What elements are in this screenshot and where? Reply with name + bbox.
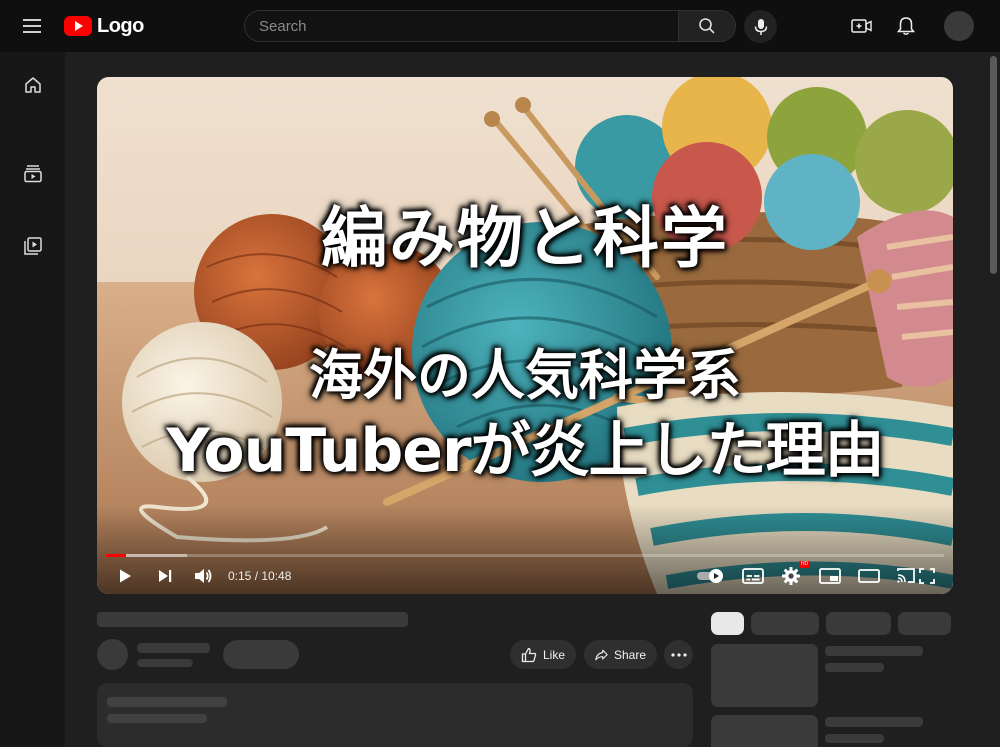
search-button[interactable] [678, 10, 736, 42]
logo-text: Logo [97, 14, 144, 37]
related-video-title-placeholder [825, 646, 923, 656]
settings-icon [782, 567, 800, 585]
thumbs-up-icon [521, 647, 537, 662]
share-label: Share [613, 647, 646, 662]
search-input[interactable] [244, 10, 678, 42]
share-icon [595, 649, 608, 660]
filter-chip[interactable] [751, 612, 819, 635]
subtitles-button[interactable] [740, 563, 766, 589]
sidebar-item-home[interactable] [20, 72, 46, 98]
duration: 10:48 [261, 569, 292, 583]
like-button[interactable]: Like [510, 640, 576, 669]
bell-icon[interactable] [894, 14, 918, 38]
video-player[interactable]: 編み物と科学 海外の人気科学系 YouTuberが炎上した理由 0:15 / 1… [97, 77, 953, 594]
play-logo-icon [64, 16, 92, 36]
video-title-line-2: 海外の人気科学系 [309, 344, 741, 407]
play-icon [120, 569, 131, 583]
related-video-title-placeholder [825, 717, 923, 727]
voice-search-button[interactable] [744, 10, 777, 43]
share-button[interactable]: Share [584, 640, 657, 669]
avatar[interactable] [944, 11, 974, 41]
subscribe-button-placeholder[interactable] [223, 640, 299, 669]
miniplayer-icon [819, 568, 841, 584]
top-bar: Logo [0, 0, 1000, 52]
sidebar-item-library[interactable] [20, 233, 46, 259]
next-icon [159, 570, 172, 582]
related-video-meta-placeholder [825, 734, 884, 743]
description-line-placeholder [107, 714, 207, 723]
progress-bar[interactable] [106, 554, 944, 557]
description-line-placeholder [107, 697, 227, 707]
filter-chip-selected[interactable] [711, 612, 744, 635]
hd-badge: HD [799, 561, 810, 568]
like-label: Like [542, 647, 565, 662]
current-time: 0:15 [228, 569, 252, 583]
filter-chip[interactable] [826, 612, 891, 635]
sidebar-item-subscriptions[interactable] [20, 160, 46, 186]
play-button[interactable] [113, 563, 137, 589]
theater-icon [858, 569, 880, 583]
subscriptions-icon [24, 165, 42, 183]
library-icon [24, 237, 42, 255]
scrollbar-thumb[interactable] [990, 56, 997, 274]
volume-button[interactable] [191, 563, 215, 589]
create-video-icon[interactable] [850, 14, 874, 38]
volume-icon [195, 569, 212, 583]
channel-avatar-placeholder[interactable] [97, 639, 128, 670]
video-title-line-1: 編み物と科学 [321, 200, 729, 277]
sidebar [0, 52, 65, 747]
time-separator: / [251, 569, 262, 583]
subscriber-count-placeholder [137, 659, 193, 667]
miniplayer-button[interactable] [817, 563, 843, 589]
filter-chip[interactable] [898, 612, 951, 635]
title-placeholder [97, 612, 408, 627]
home-icon [25, 77, 41, 93]
theater-mode-button[interactable] [856, 563, 882, 589]
app-window: Logo Search 編み物と科学 海外の人気科学系 YouTuberが炎上し… [0, 0, 1000, 747]
related-video-thumbnail-placeholder[interactable] [711, 715, 818, 747]
microphone-icon [754, 18, 767, 35]
video-title-line-3: YouTuberが炎上した理由 [166, 416, 884, 486]
related-video-thumbnail-placeholder[interactable] [711, 644, 818, 707]
cast-fullscreen-button[interactable] [894, 563, 938, 589]
next-button[interactable] [153, 563, 177, 589]
more-horizontal-icon [670, 652, 687, 657]
autoplay-toggle-icon [697, 569, 723, 583]
channel-name-placeholder [137, 643, 210, 653]
logo[interactable]: Logo [64, 13, 144, 39]
related-video-meta-placeholder [825, 663, 884, 672]
search-bar [244, 10, 736, 42]
cast-fullscreen-icon [897, 568, 935, 584]
more-actions-button[interactable] [664, 640, 693, 669]
menu-icon[interactable] [14, 12, 50, 40]
time-display: 0:15 / 10:48 [228, 569, 291, 583]
progress-played [106, 554, 127, 557]
search-icon [699, 18, 715, 34]
autoplay-toggle[interactable] [695, 563, 727, 589]
subtitles-icon [742, 568, 764, 584]
